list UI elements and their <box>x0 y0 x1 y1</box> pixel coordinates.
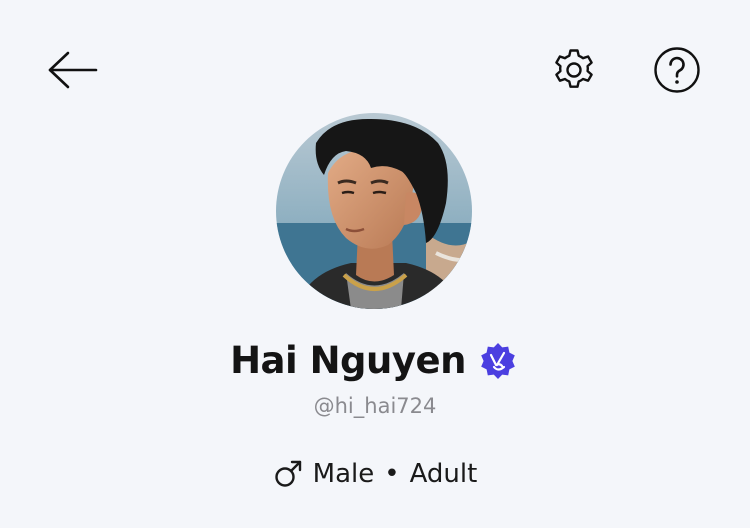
bio-preview <box>0 514 750 528</box>
avatar-photo <box>276 113 472 309</box>
back-button[interactable] <box>40 44 104 96</box>
arrow-left-icon <box>48 51 98 89</box>
question-circle-icon <box>654 47 700 93</box>
settings-button[interactable] <box>546 42 602 98</box>
age-group-label: Adult <box>409 459 478 489</box>
profile-name-row: Hai Nguyen <box>0 330 750 390</box>
verified-badge-icon <box>481 343 515 379</box>
profile-handle: @hi_hai724 <box>313 394 437 418</box>
meta-separator: • <box>384 459 400 489</box>
male-gender-icon <box>274 460 301 487</box>
avatar[interactable] <box>276 113 472 309</box>
profile-name: Hai Nguyen <box>230 338 466 382</box>
gear-icon <box>555 49 593 88</box>
profile-meta-row: Male • Adult <box>0 454 750 494</box>
help-button[interactable] <box>649 42 705 98</box>
bio-text-fragment <box>372 514 378 528</box>
gender-label: Male <box>312 459 375 489</box>
